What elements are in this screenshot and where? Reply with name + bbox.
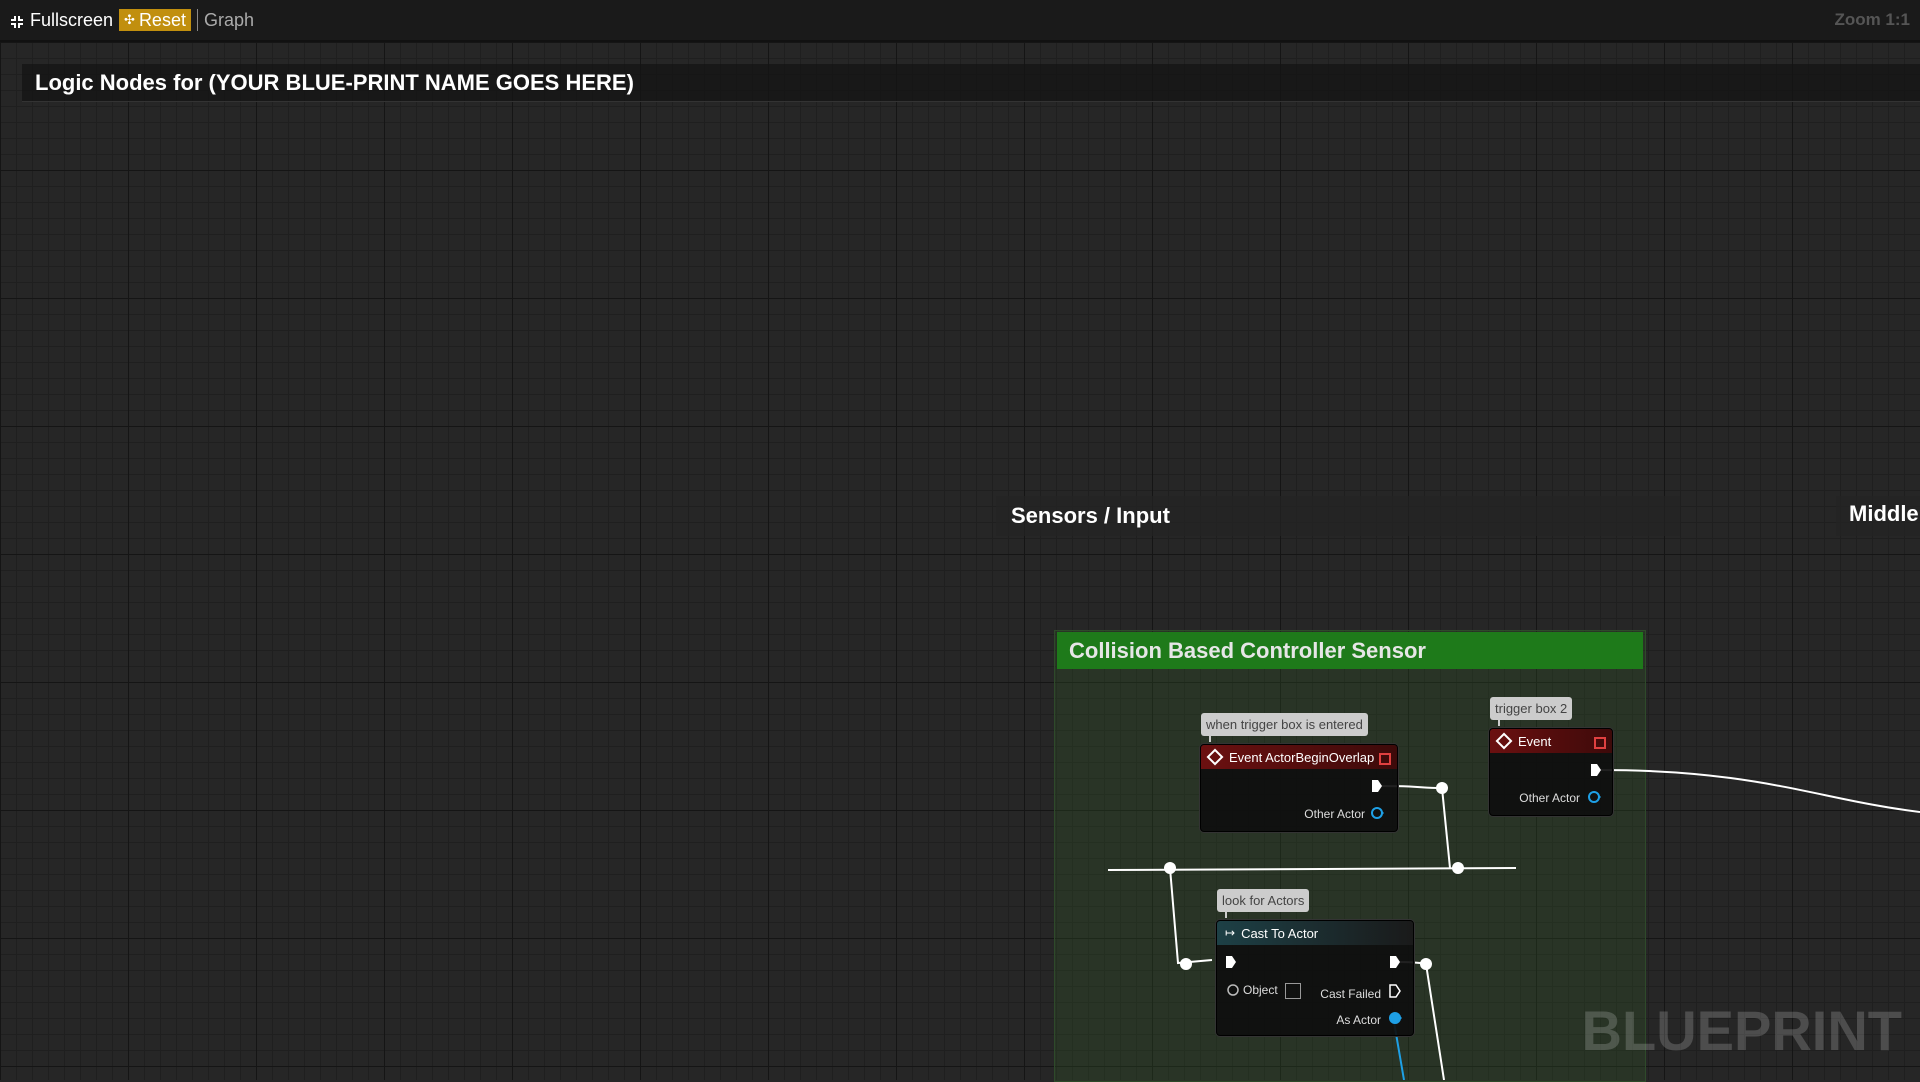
cast-to-actor-node[interactable]: ↦ Cast To Actor Object Cast Failed As Ac… <box>1216 920 1414 1036</box>
pin-label: Other Actor <box>1304 807 1365 821</box>
event-trigger-box-2-node[interactable]: Event Other Actor <box>1489 728 1613 816</box>
node-comment-bubble: look for Actors <box>1217 889 1310 918</box>
object-out-pin[interactable] <box>1389 1011 1403 1025</box>
object-out-pin[interactable] <box>1588 790 1602 804</box>
node-comment-bubble: trigger box 2 <box>1490 697 1573 726</box>
object-input-box[interactable] <box>1285 983 1301 999</box>
pin-label: Object <box>1243 983 1278 997</box>
reset-label: Reset <box>138 9 186 30</box>
node-title: Event ActorBeginOverlap <box>1229 749 1375 765</box>
blueprint-watermark: BLUEPRINT <box>1581 999 1902 1062</box>
exec-out-pin[interactable] <box>1389 955 1401 969</box>
delegate-pin-icon[interactable] <box>1379 753 1391 765</box>
event-icon <box>1495 732 1513 750</box>
node-comment-bubble: when trigger box is entered <box>1201 713 1368 742</box>
node-header[interactable]: ↦ Cast To Actor <box>1217 921 1413 945</box>
object-in-pin[interactable] <box>1227 983 1241 997</box>
object-out-pin[interactable] <box>1371 806 1385 820</box>
fullscreen-icon <box>10 13 24 28</box>
toolbar-divider <box>196 9 198 31</box>
reset-button[interactable]: ✣ Reset <box>119 9 191 31</box>
fullscreen-button[interactable]: Fullscreen <box>6 9 117 31</box>
event-icon <box>1206 748 1224 766</box>
node-title: Event <box>1518 733 1552 749</box>
event-actor-begin-overlap-node[interactable]: Event ActorBeginOverlap Other Actor <box>1200 744 1398 832</box>
main-comment-title[interactable]: Logic Nodes for (YOUR BLUE-PRINT NAME GO… <box>22 64 1920 102</box>
exec-in-pin[interactable] <box>1225 955 1237 969</box>
cast-icon: ↦ <box>1225 926 1236 940</box>
exec-out-pin[interactable] <box>1371 779 1383 793</box>
delegate-pin-icon[interactable] <box>1594 737 1606 749</box>
middle-comment-title[interactable]: Middle <box>1836 496 1920 536</box>
fullscreen-label: Fullscreen <box>30 9 114 30</box>
toolbar: Fullscreen ✣ Reset Graph Zoom 1:1 <box>0 0 1920 42</box>
node-header[interactable]: Event ActorBeginOverlap <box>1201 745 1397 769</box>
exec-cast-failed-pin[interactable] <box>1389 984 1401 998</box>
pin-label: As Actor <box>1336 1013 1381 1027</box>
graph-tab[interactable]: Graph <box>204 10 254 31</box>
pin-label: Other Actor <box>1519 791 1580 805</box>
zoom-indicator: Zoom 1:1 <box>1834 10 1910 29</box>
node-title: Cast To Actor <box>1241 925 1319 941</box>
collision-sensor-group-title[interactable]: Collision Based Controller Sensor <box>1057 632 1643 669</box>
sensors-comment-title[interactable]: Sensors / Input <box>996 496 1680 536</box>
pin-label: Cast Failed <box>1320 987 1381 1001</box>
exec-out-pin[interactable] <box>1590 763 1602 777</box>
reset-icon: ✣ <box>124 12 135 27</box>
